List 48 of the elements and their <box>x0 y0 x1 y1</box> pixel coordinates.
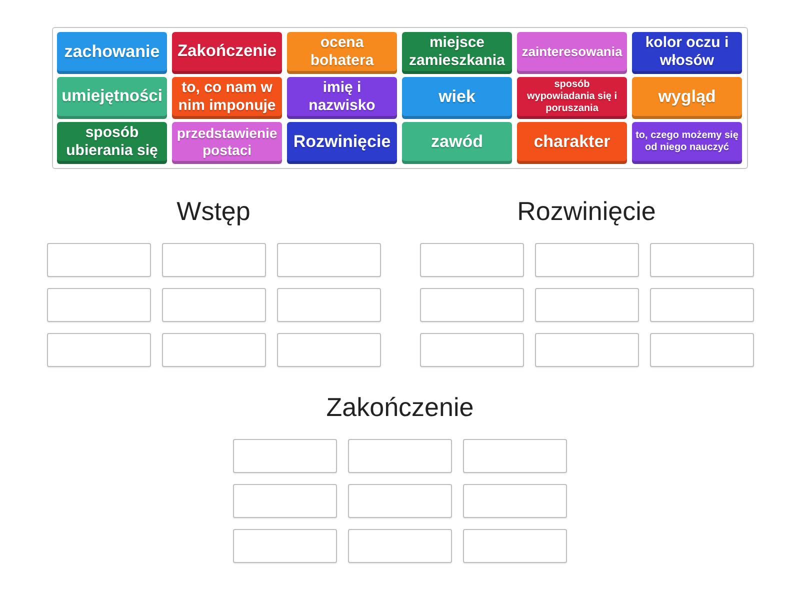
answer-tile[interactable]: wygląd <box>632 77 742 119</box>
answer-tile[interactable]: zawód <box>402 122 512 164</box>
drop-slot[interactable] <box>420 288 524 322</box>
drop-slot[interactable] <box>348 484 452 518</box>
answer-tile[interactable]: Zakończenie <box>172 32 282 74</box>
drop-slot[interactable] <box>463 484 567 518</box>
answer-tile[interactable]: charakter <box>517 122 627 164</box>
answer-tile[interactable]: miejsce zamieszkania <box>402 32 512 74</box>
answer-tile[interactable]: imię i nazwisko <box>287 77 397 119</box>
answer-tile[interactable]: to, co nam w nim imponuje <box>172 77 282 119</box>
drop-slot[interactable] <box>46 288 150 322</box>
drop-slot[interactable] <box>534 333 638 367</box>
drop-slot[interactable] <box>162 288 266 322</box>
answer-tile[interactable]: wiek <box>402 77 512 119</box>
drop-slot[interactable] <box>162 243 266 277</box>
drop-slot[interactable] <box>233 529 337 563</box>
answer-tile[interactable]: zachowanie <box>57 32 167 74</box>
drop-slot[interactable] <box>650 243 754 277</box>
answer-tile[interactable]: ocena bohatera <box>287 32 397 74</box>
answer-tile[interactable]: przedstawienie postaci <box>172 122 282 164</box>
drop-slot[interactable] <box>276 288 380 322</box>
drop-slot[interactable] <box>46 243 150 277</box>
drop-slot[interactable] <box>534 288 638 322</box>
group-title: Wstęp <box>176 195 250 228</box>
answer-tile[interactable]: zainteresowania <box>517 32 627 74</box>
drop-slot[interactable] <box>463 529 567 563</box>
drop-slot[interactable] <box>420 333 524 367</box>
drop-slot[interactable] <box>46 333 150 367</box>
drop-slot[interactable] <box>650 288 754 322</box>
answer-tile[interactable]: to, czego możemy się od niego nauczyć <box>632 122 742 164</box>
drop-slot[interactable] <box>650 333 754 367</box>
drop-slot[interactable] <box>276 333 380 367</box>
group-title: Rozwinięcie <box>517 195 656 228</box>
drop-slot[interactable] <box>348 439 452 473</box>
drop-slot[interactable] <box>463 439 567 473</box>
drop-slot[interactable] <box>233 484 337 518</box>
answer-tile[interactable]: sposób ubierania się <box>57 122 167 164</box>
answer-tile[interactable]: sposób wypowiadania się i poruszania <box>517 77 627 119</box>
answer-tile[interactable]: umiejętności <box>57 77 167 119</box>
drop-slot[interactable] <box>534 243 638 277</box>
drop-slot[interactable] <box>348 529 452 563</box>
group-title: Zakończenie <box>326 391 474 424</box>
drop-slot[interactable] <box>162 333 266 367</box>
answer-tile[interactable]: Rozwinięcie <box>287 122 397 164</box>
answer-tile[interactable]: kolor oczu i włosów <box>632 32 742 74</box>
drop-slot[interactable] <box>420 243 524 277</box>
drop-slot[interactable] <box>233 439 337 473</box>
drop-slot[interactable] <box>276 243 380 277</box>
